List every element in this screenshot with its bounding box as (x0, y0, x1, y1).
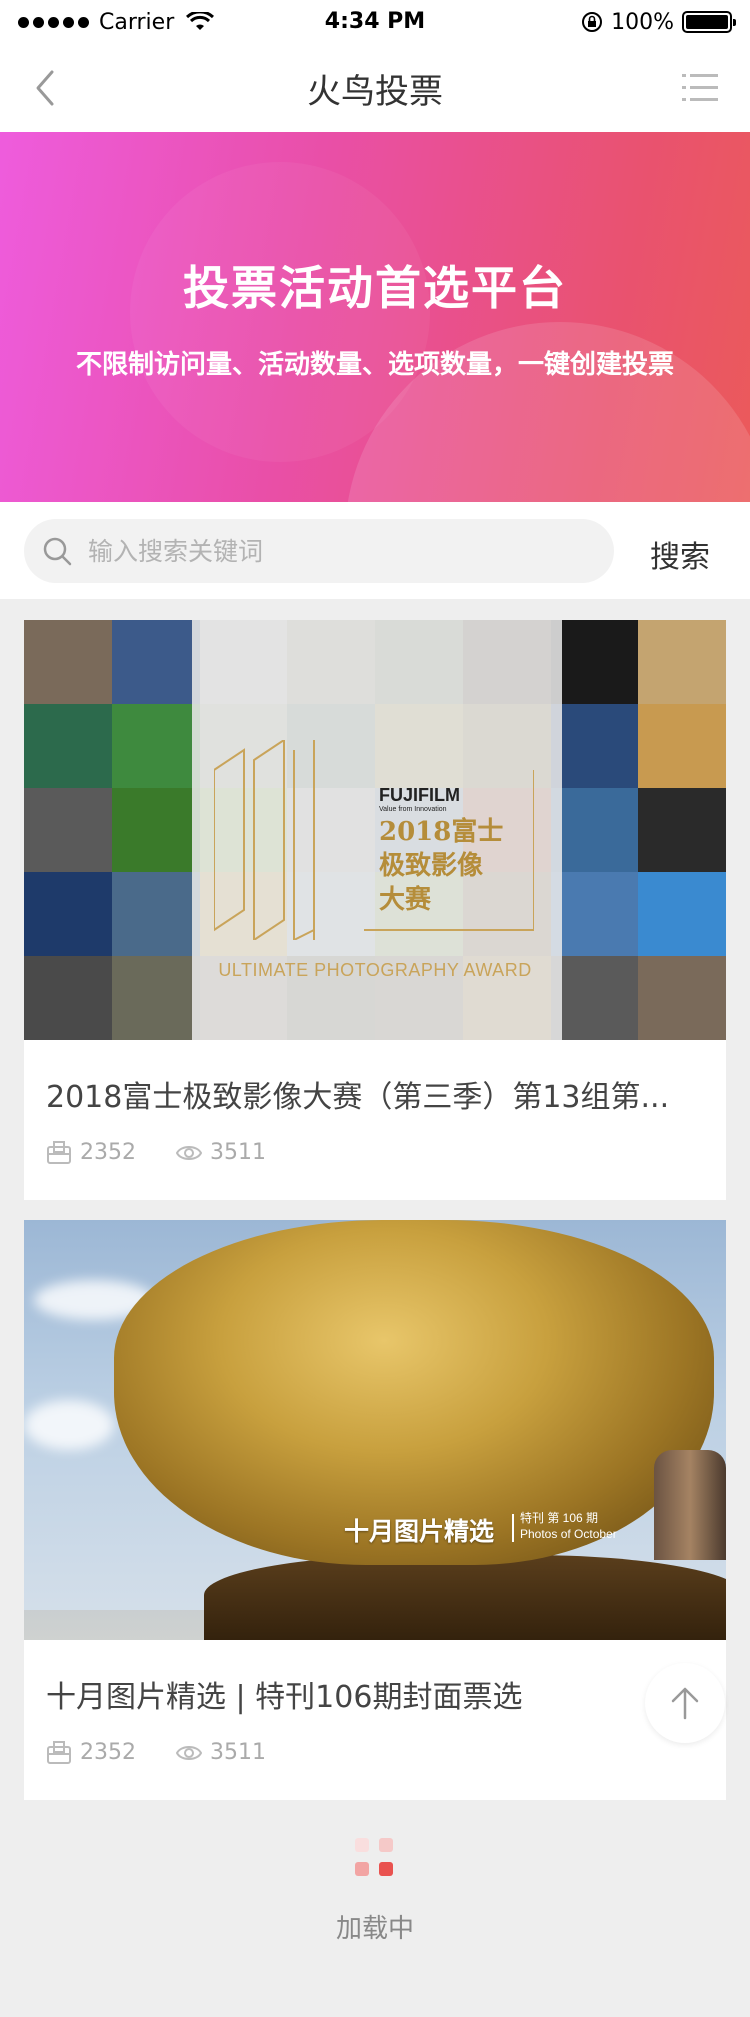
cover-heading: 2018富士 极致影像 大赛 (379, 815, 503, 917)
page-title: 火鸟投票 (307, 71, 443, 112)
loading-spinner-icon (355, 1838, 399, 1882)
vote-count-value: 2352 (80, 1740, 136, 1765)
cover-headline: 十月图片精选 (344, 1517, 495, 1546)
eye-icon (176, 1745, 202, 1760)
card-stats: 2352 3511 (46, 1140, 306, 1165)
card-stats: 2352 3511 (46, 1740, 306, 1765)
banner-subtitle: 不限制访问量、活动数量、选项数量，一键创建投票 (75, 350, 674, 380)
battery-icon (682, 11, 736, 33)
divider (512, 1514, 514, 1542)
eye-icon (176, 1145, 202, 1160)
vote-count: 2352 (46, 1140, 136, 1165)
vote-card[interactable]: 十月图片精选 特刊 第 106 期 Photos of October 十月图片… (24, 1220, 726, 1800)
card-cover-image[interactable]: FUJIFILM Value from Innovation 2018富士 极致… (24, 620, 726, 1040)
people-group (654, 1450, 726, 1560)
vote-count: 2352 (46, 1740, 136, 1765)
scroll-to-top-button[interactable] (645, 1663, 725, 1743)
promo-banner[interactable]: 投票活动首选平台 不限制访问量、活动数量、选项数量，一键创建投票 (0, 132, 750, 502)
cover-issue: 特刊 第 106 期 (520, 1511, 599, 1525)
ballot-icon (47, 1140, 71, 1164)
brand-name: FUJIFILM (379, 785, 460, 805)
view-count-value: 3511 (210, 1140, 266, 1165)
brand-tagline: Value from Innovation (379, 806, 447, 813)
card-title[interactable]: 2018富士极致影像大赛（第三季）第13组第... (46, 1072, 706, 1116)
cover-caption-text: Photos of October (520, 1527, 617, 1541)
search-bar: 搜索 (0, 502, 750, 599)
search-input[interactable] (88, 536, 568, 566)
clock: 4:34 PM (324, 9, 426, 34)
list-menu-icon[interactable] (680, 68, 720, 108)
vote-count-value: 2352 (80, 1140, 136, 1165)
view-count-value: 3511 (210, 1740, 266, 1765)
search-box[interactable] (24, 519, 614, 583)
award-caption: ULTIMATE PHOTOGRAPHY AWARD (218, 960, 532, 980)
search-icon (43, 537, 72, 566)
ballot-icon (47, 1740, 71, 1764)
view-count: 3511 (176, 1740, 266, 1765)
cover-heading-line: 2018富士 (379, 817, 504, 847)
vote-card[interactable]: FUJIFILM Value from Innovation 2018富士 极致… (24, 620, 726, 1200)
fujifilm-logo: FUJIFILM Value from Innovation (379, 785, 460, 813)
view-count: 3511 (176, 1140, 266, 1165)
navigation-bar: 火鸟投票 (0, 44, 750, 132)
cloud (24, 1400, 114, 1450)
cover-heading-line: 大赛 (379, 885, 432, 915)
status-bar: Carrier 4:34 PM 100% (0, 0, 750, 44)
back-chevron-icon[interactable] (26, 68, 66, 108)
search-button[interactable]: 搜索 (650, 532, 710, 576)
arrow-up-icon (671, 1687, 699, 1720)
rock-base (204, 1555, 726, 1640)
cover-caption: 特刊 第 106 期 Photos of October (520, 1510, 617, 1542)
card-title[interactable]: 十月图片精选 | 特刊106期封面票选 (46, 1672, 706, 1716)
cover-heading-line: 极致影像 (379, 851, 484, 881)
card-cover-image[interactable]: 十月图片精选 特刊 第 106 期 Photos of October (24, 1220, 726, 1640)
loading-text: 加载中 (335, 1914, 414, 1944)
banner-title: 投票活动首选平台 (183, 261, 567, 315)
